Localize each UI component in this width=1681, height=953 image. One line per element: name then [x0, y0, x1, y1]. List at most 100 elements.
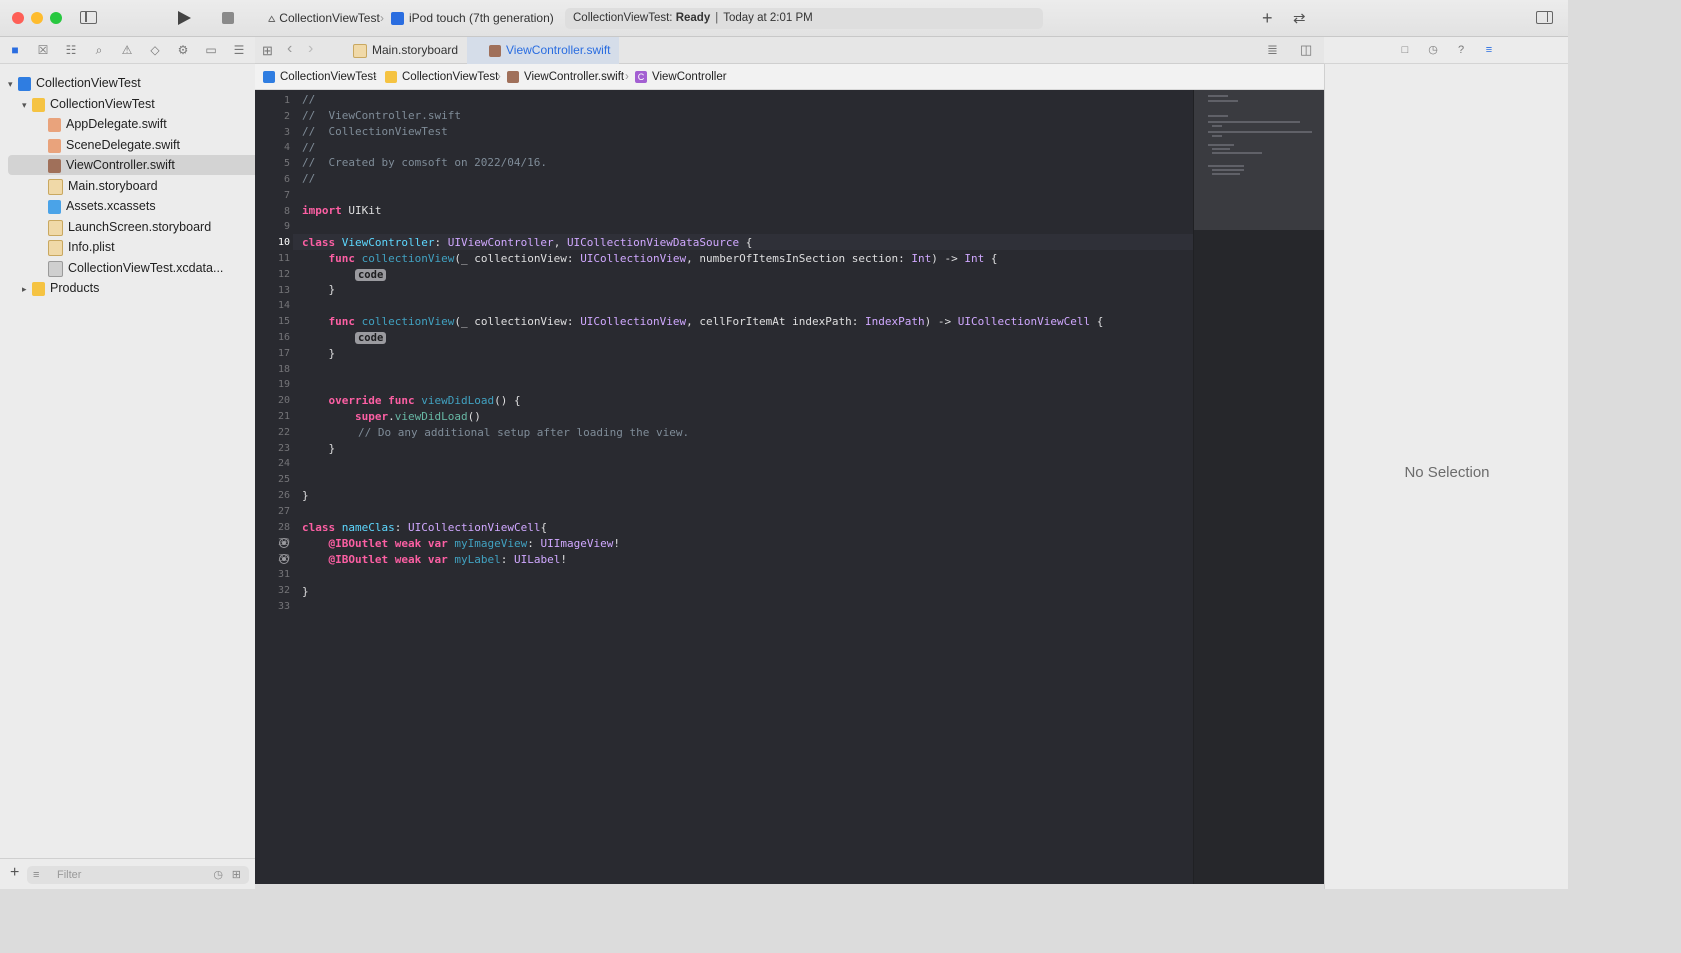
minimize-window-button[interactable] [31, 12, 43, 24]
filter-options-icon[interactable]: ≡ [33, 866, 39, 884]
swift-file-icon [507, 70, 519, 83]
outlet-connection-icon[interactable] [279, 538, 289, 548]
line-number[interactable]: 6 [255, 174, 290, 185]
debug-navigator-icon[interactable]: ⚙ [175, 42, 191, 58]
close-window-button[interactable] [12, 12, 24, 24]
tree-item-file[interactable]: LaunchScreen.storyboard [8, 217, 286, 237]
breadcrumb-item[interactable]: CollectionViewTest [385, 64, 498, 90]
add-icon[interactable]: + [1262, 8, 1273, 29]
line-number[interactable]: 2 [255, 111, 290, 122]
line-number[interactable]: 13 [255, 285, 290, 296]
inspector-toggle-icon[interactable] [1536, 11, 1553, 24]
split-editor-icon[interactable]: ◫ [1300, 42, 1312, 58]
tree-item-file[interactable]: SceneDelegate.swift [8, 135, 286, 155]
tree-item-file-selected[interactable]: ViewController.swift [8, 155, 286, 175]
tree-item-group[interactable]: ▾ CollectionViewTest [8, 94, 260, 114]
line-number[interactable]: 18 [255, 364, 290, 375]
issue-navigator-icon[interactable]: ⚠ [119, 42, 135, 58]
sidebar-toggle-icon[interactable] [80, 11, 97, 24]
run-icon[interactable] [178, 11, 191, 25]
attributes-inspector-icon[interactable]: ≡ [1482, 43, 1496, 57]
chevron-down-icon[interactable]: ▾ [8, 74, 18, 94]
class-icon: C [635, 70, 647, 83]
line-number[interactable]: 21 [255, 411, 290, 422]
related-items-icon[interactable]: ⊞ [262, 43, 273, 59]
test-navigator-icon[interactable]: ◇ [147, 42, 163, 58]
add-file-icon[interactable]: + [10, 864, 19, 882]
line-number[interactable]: 31 [255, 569, 290, 580]
line-number[interactable]: 7 [255, 190, 290, 201]
line-number[interactable]: 24 [255, 458, 290, 469]
line-number[interactable]: 16 [255, 332, 290, 343]
code-placeholder[interactable]: code [354, 269, 387, 281]
line-number[interactable]: 17 [255, 348, 290, 359]
code-line: // [302, 172, 316, 185]
line-number[interactable]: 28 [255, 522, 290, 533]
line-number[interactable]: 15 [255, 316, 290, 327]
code-review-icon[interactable]: ⇄ [1293, 9, 1306, 27]
outlet-connection-icon[interactable] [279, 554, 289, 564]
chevron-right-icon[interactable]: ▸ [22, 279, 32, 299]
breadcrumb-item[interactable]: CollectionViewTest [263, 64, 376, 90]
minimap[interactable] [1193, 90, 1325, 884]
breadcrumb-item[interactable]: C ViewController [635, 64, 727, 90]
help-inspector-icon[interactable]: ? [1454, 43, 1468, 57]
tree-item-group[interactable]: ▸ Products [8, 278, 260, 298]
line-number[interactable]: 3 [255, 127, 290, 138]
line-number[interactable]: 9 [255, 221, 290, 232]
code-line: import UIKit [302, 204, 382, 217]
zoom-window-button[interactable] [50, 12, 62, 24]
line-number[interactable]: 27 [255, 506, 290, 517]
tree-item-file[interactable]: Info.plist [8, 237, 286, 257]
tree-item-file[interactable]: AppDelegate.swift [8, 114, 286, 134]
symbol-navigator-icon[interactable]: ☷ [63, 42, 79, 58]
scheme-selector[interactable]: ⩟ CollectionViewTest [268, 11, 380, 26]
forward-icon[interactable]: › [308, 40, 313, 58]
find-navigator-icon[interactable]: ⌕ [91, 42, 107, 58]
line-number[interactable]: 4 [255, 142, 290, 153]
line-number[interactable]: 11 [255, 253, 290, 264]
line-number[interactable]: 26 [255, 490, 290, 501]
line-number[interactable]: 5 [255, 158, 290, 169]
editor-options-icon[interactable]: ≣ [1267, 42, 1278, 58]
line-number[interactable]: 14 [255, 300, 290, 311]
source-control-filter-icon[interactable]: ⊞ [232, 866, 241, 884]
line-number[interactable]: 12 [255, 269, 290, 280]
code-line: // [302, 141, 316, 154]
activity-status: CollectionViewTest: Ready | Today at 2:01 … [565, 8, 1043, 29]
line-number[interactable]: 20 [255, 395, 290, 406]
stop-icon[interactable] [222, 12, 234, 24]
line-number[interactable]: 8 [255, 206, 290, 217]
source-editor[interactable]: 1 2 3 4 5 6 7 8 9 10 11 12 13 14 15 16 17 18 19 20 21 22 23 24 2… [255, 90, 1193, 884]
source-control-navigator-icon[interactable]: ☒ [35, 42, 51, 58]
tab-main-storyboard[interactable]: Main.storyboard [345, 37, 465, 64]
line-number[interactable]: 10 [255, 237, 290, 248]
code-line: @IBOutlet weak var myImageView: UIImageV… [328, 537, 620, 550]
tree-item-file[interactable]: Main.storyboard [8, 176, 286, 196]
tab-viewcontroller-swift[interactable]: ViewController.swift [467, 37, 619, 64]
breadcrumb-item[interactable]: ViewController.swift [507, 64, 624, 90]
line-number[interactable]: 33 [255, 601, 290, 612]
line-number[interactable]: 22 [255, 427, 290, 438]
tree-item-file[interactable]: CollectionViewTest.xcdata... [8, 258, 286, 278]
file-inspector-icon[interactable]: □ [1398, 43, 1412, 57]
line-number[interactable]: 1 [255, 95, 290, 106]
back-icon[interactable]: ‹ [287, 40, 292, 58]
tree-item-file[interactable]: Assets.xcassets [8, 196, 286, 216]
line-number[interactable]: 23 [255, 443, 290, 454]
report-navigator-icon[interactable]: ☰ [231, 42, 247, 58]
project-navigator-icon[interactable]: ■ [7, 42, 23, 58]
minimap-visible-region[interactable] [1194, 90, 1325, 230]
device-selector[interactable]: iPod touch (7th generation) [391, 11, 554, 26]
recent-files-icon[interactable]: ◷ [213, 866, 223, 884]
chevron-down-icon[interactable]: ▾ [22, 95, 32, 115]
device-icon [391, 12, 404, 26]
line-number[interactable]: 25 [255, 474, 290, 485]
filter-field[interactable]: ≡ Filter ◷ ⊞ [27, 866, 249, 884]
breakpoint-navigator-icon[interactable]: ▭ [203, 42, 219, 58]
line-number[interactable]: 19 [255, 379, 290, 390]
line-number[interactable]: 32 [255, 585, 290, 596]
history-inspector-icon[interactable]: ◷ [1426, 43, 1440, 57]
tree-item-project[interactable]: ▾ CollectionViewTest [8, 73, 246, 93]
code-placeholder[interactable]: code [354, 332, 387, 344]
